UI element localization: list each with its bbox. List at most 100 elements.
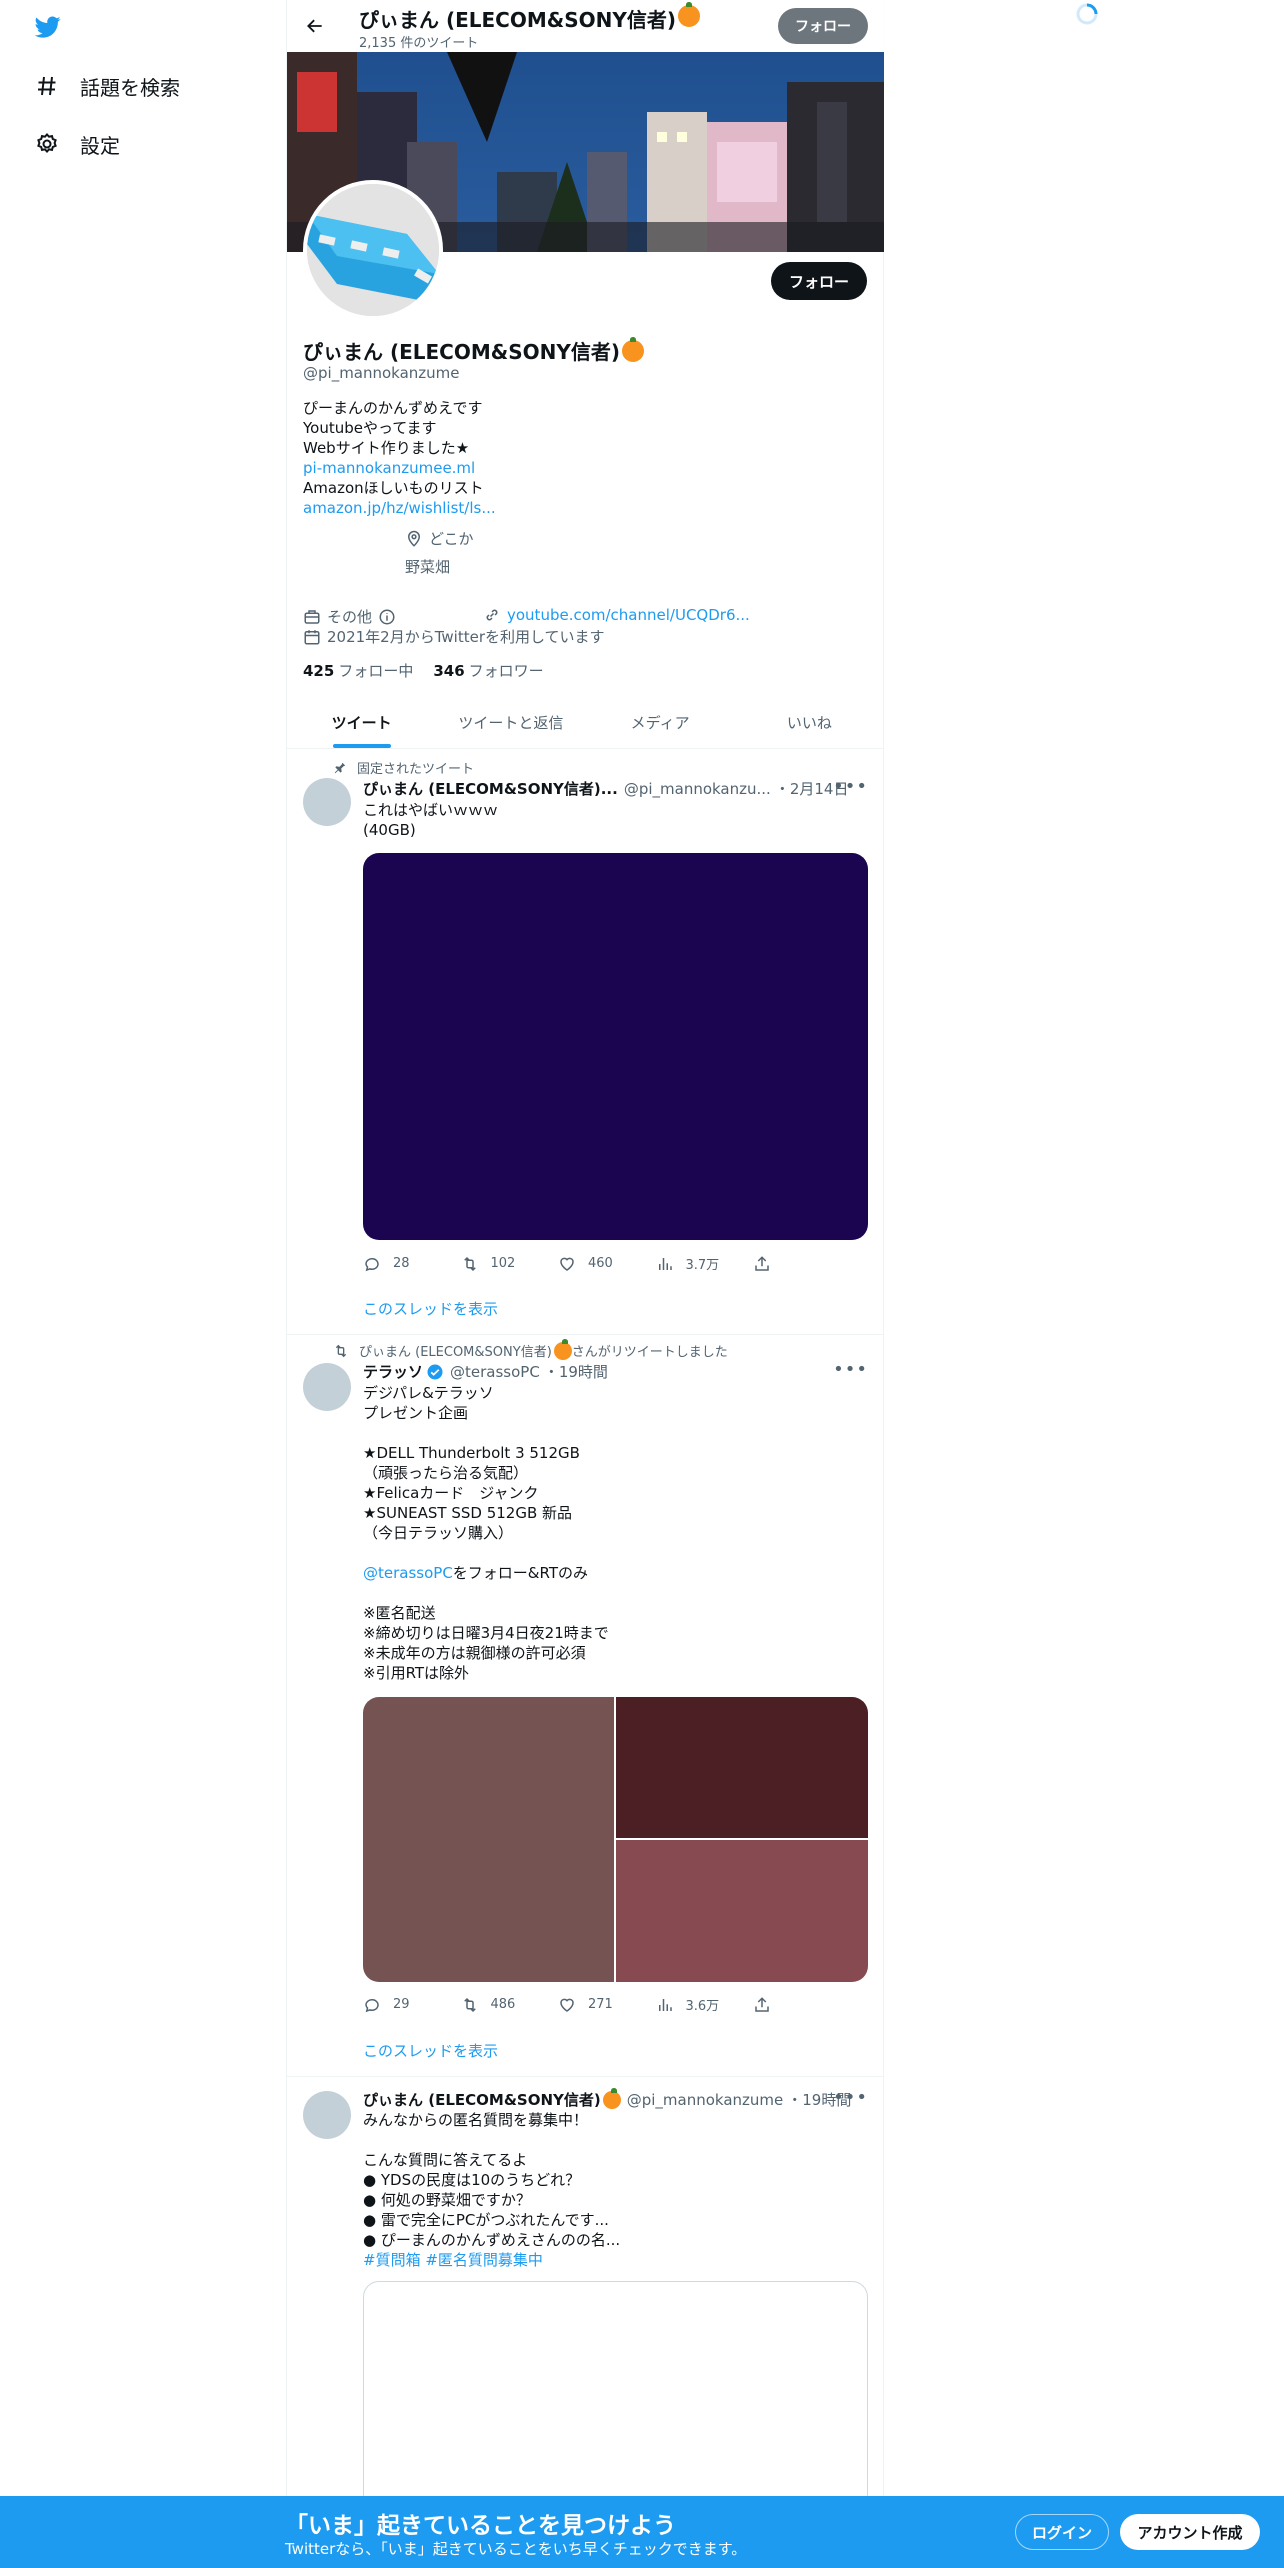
tweet-author-name[interactable]: ぴぃまん (ELECOM&SONY信者) <box>363 2089 601 2110</box>
briefcase-icon <box>304 609 320 624</box>
followers-link[interactable]: 346 フォロワー <box>433 660 563 681</box>
profile-website[interactable]: youtube.com/channel/UCQDr6... <box>483 606 750 624</box>
profile-name: ぴぃまん (ELECOM&SONY信者) <box>303 336 644 365</box>
mention-link[interactable]: @terassoPC <box>363 1564 453 1582</box>
calendar-icon <box>304 629 320 644</box>
tweet-media-image[interactable] <box>616 1697 868 1838</box>
share-button[interactable] <box>753 1254 783 1273</box>
retweet-button[interactable]: 486 <box>461 1995 559 2014</box>
tweet-avatar[interactable] <box>303 2091 351 2139</box>
reply-icon <box>365 1998 379 2012</box>
header-follow-button[interactable]: フォロー <box>778 8 868 44</box>
tweet-time[interactable]: ・19時間 <box>544 1361 608 1382</box>
following-link[interactable]: 425 フォロー中 <box>303 660 433 681</box>
orange-emoji-icon <box>621 336 644 362</box>
more-icon[interactable]: ••• <box>833 1359 868 1380</box>
link-icon <box>486 609 498 621</box>
profile-tabs: ツイート ツイートと返信 メディア いいね <box>287 696 884 749</box>
sidebar-item-label: 話題を検索 <box>80 75 180 100</box>
tweet-author-name[interactable]: ぴぃまん (ELECOM&SONY信者)... <box>363 778 618 799</box>
location-pin-icon <box>407 530 421 547</box>
share-icon <box>755 1996 769 2012</box>
reply-icon <box>365 1257 379 1271</box>
share-button[interactable] <box>753 1995 783 2014</box>
pinned-label: 固定されたツイート <box>333 758 474 777</box>
twitter-logo-icon[interactable] <box>33 14 63 40</box>
show-thread-link[interactable]: このスレッドを表示 <box>363 1298 498 1319</box>
gear-icon <box>34 131 60 157</box>
banner-subtext: Twitterなら、「いま」起きていることをいち早くチェックできます。 <box>285 2540 747 2558</box>
left-sidebar: 話題を検索 設定 <box>0 0 286 2568</box>
sidebar-item-settings[interactable]: 設定 <box>34 124 120 164</box>
tweet-header: ぴぃまん (ELECOM&SONY信者) @pi_mannokanzume ・1… <box>363 2087 868 2110</box>
retweet-icon <box>335 1344 347 1357</box>
views-button[interactable]: 3.6万 <box>656 1995 754 2014</box>
tweet-actions: 29 486 271 3.6万 <box>363 1995 783 2014</box>
more-icon[interactable]: ••• <box>833 2087 868 2108</box>
tweet-media-image[interactable] <box>616 1840 868 1982</box>
reply-button[interactable]: 29 <box>363 1995 461 2014</box>
tweet-author-handle[interactable]: @pi_mannokanzu... <box>624 780 771 798</box>
back-button[interactable] <box>299 10 331 42</box>
tab-tweets[interactable]: ツイート <box>287 696 436 748</box>
tweet-avatar[interactable] <box>303 1363 351 1411</box>
profile-column: ぴぃまん (ELECOM&SONY信者) 2,135 件のツイート フォロー フ… <box>286 0 884 2568</box>
tweet-text: みんなからの匿名質問を募集中！ こんな質問に答えてるよ ● YDSの民度は10の… <box>363 2111 621 2269</box>
like-button[interactable]: 460 <box>558 1254 656 1273</box>
profile-location-line2: 野菜畑 <box>405 558 451 576</box>
reply-button[interactable]: 28 <box>363 1254 461 1273</box>
follow-stats: 425 フォロー中 346 フォロワー <box>303 660 564 681</box>
profile-joined: 2021年2月からTwitterを利用しています <box>303 626 605 647</box>
loading-spinner-icon <box>1076 3 1098 25</box>
pin-icon <box>334 762 346 773</box>
profile-handle: @pi_mannokanzume <box>303 364 460 382</box>
login-button[interactable]: ログイン <box>1015 2514 1109 2550</box>
orange-emoji-icon <box>553 1338 572 1360</box>
tab-media[interactable]: メディア <box>586 696 735 748</box>
retweet-icon <box>463 1997 476 2012</box>
tweet-author-name[interactable]: テラッソ <box>363 1361 423 1382</box>
tweet-author-handle[interactable]: @pi_mannokanzume <box>627 2091 784 2109</box>
tab-replies[interactable]: ツイートと返信 <box>436 696 585 748</box>
bio-wishlist-link[interactable]: amazon.jp/hz/wishlist/ls... <box>303 499 496 517</box>
tweet-media-grid <box>363 1697 868 1982</box>
tweet-pinned[interactable]: 固定されたツイート ぴぃまん (ELECOM&SONY信者)... @pi_ma… <box>287 750 884 1335</box>
create-account-button[interactable]: アカウント作成 <box>1120 2514 1260 2550</box>
arrow-left-icon <box>307 19 322 33</box>
show-thread-link[interactable]: このスレッドを表示 <box>363 2040 498 2061</box>
follow-button[interactable]: フォロー <box>770 262 867 300</box>
hashtag-icon <box>34 73 60 99</box>
views-button[interactable]: 3.7万 <box>656 1254 754 1273</box>
tweet-media-image[interactable] <box>363 1697 614 1982</box>
tweet-author-handle[interactable]: @terassoPC <box>450 1363 540 1381</box>
heart-icon <box>560 1998 574 2012</box>
bio-line: Youtubeやってます <box>303 419 437 437</box>
tweet-retweeted[interactable]: ぴぃまん (ELECOM&SONY信者) さんがリツイートしました テラッソ @t… <box>287 1335 884 2077</box>
tweet-media-image[interactable] <box>363 853 868 1240</box>
tweet-text: デジパレ&テラッソ プレゼント企画 ★DELL Thunderbolt 3 51… <box>363 1384 609 1682</box>
tweet-actions: 28 102 460 3.7万 <box>363 1254 783 1273</box>
tweet-avatar[interactable] <box>303 778 351 826</box>
profile-bio: ぴーまんのかんずめえです Youtubeやってます Webサイト作りました★ p… <box>303 398 496 518</box>
heart-icon <box>560 1257 574 1271</box>
profile-category: その他 <box>303 606 402 627</box>
more-icon[interactable]: ••• <box>833 776 868 797</box>
orange-emoji-icon <box>602 2087 621 2109</box>
tweet-question-box[interactable]: ぴぃまん (ELECOM&SONY信者) @pi_mannokanzume ・1… <box>287 2077 884 2568</box>
sidebar-item-label: 設定 <box>80 133 120 158</box>
tweet-count: 2,135 件のツイート <box>359 36 479 51</box>
sidebar-item-explore[interactable]: 話題を検索 <box>34 66 180 106</box>
hashtag-links[interactable]: #質問箱 #匿名質問募集中 <box>363 2251 543 2269</box>
bio-line: Webサイト作りました★ <box>303 439 470 457</box>
analytics-icon <box>658 1998 672 2011</box>
tab-likes[interactable]: いいね <box>735 696 884 748</box>
profile-header-bar: ぴぃまん (ELECOM&SONY信者) 2,135 件のツイート フォロー <box>287 0 884 52</box>
share-icon <box>755 1255 769 1271</box>
bio-website-link[interactable]: pi-mannokanzumee.ml <box>303 459 475 477</box>
profile-avatar[interactable] <box>303 180 443 320</box>
retweet-button[interactable]: 102 <box>461 1254 559 1273</box>
tweet-header: テラッソ @terassoPC ・19時間 ••• <box>363 1359 868 1382</box>
signup-banner: 「いま」起きていることを見つけよう Twitterなら、「いま」起きていることを… <box>0 2496 1284 2568</box>
like-button[interactable]: 271 <box>558 1995 656 2014</box>
info-icon[interactable] <box>378 608 396 626</box>
